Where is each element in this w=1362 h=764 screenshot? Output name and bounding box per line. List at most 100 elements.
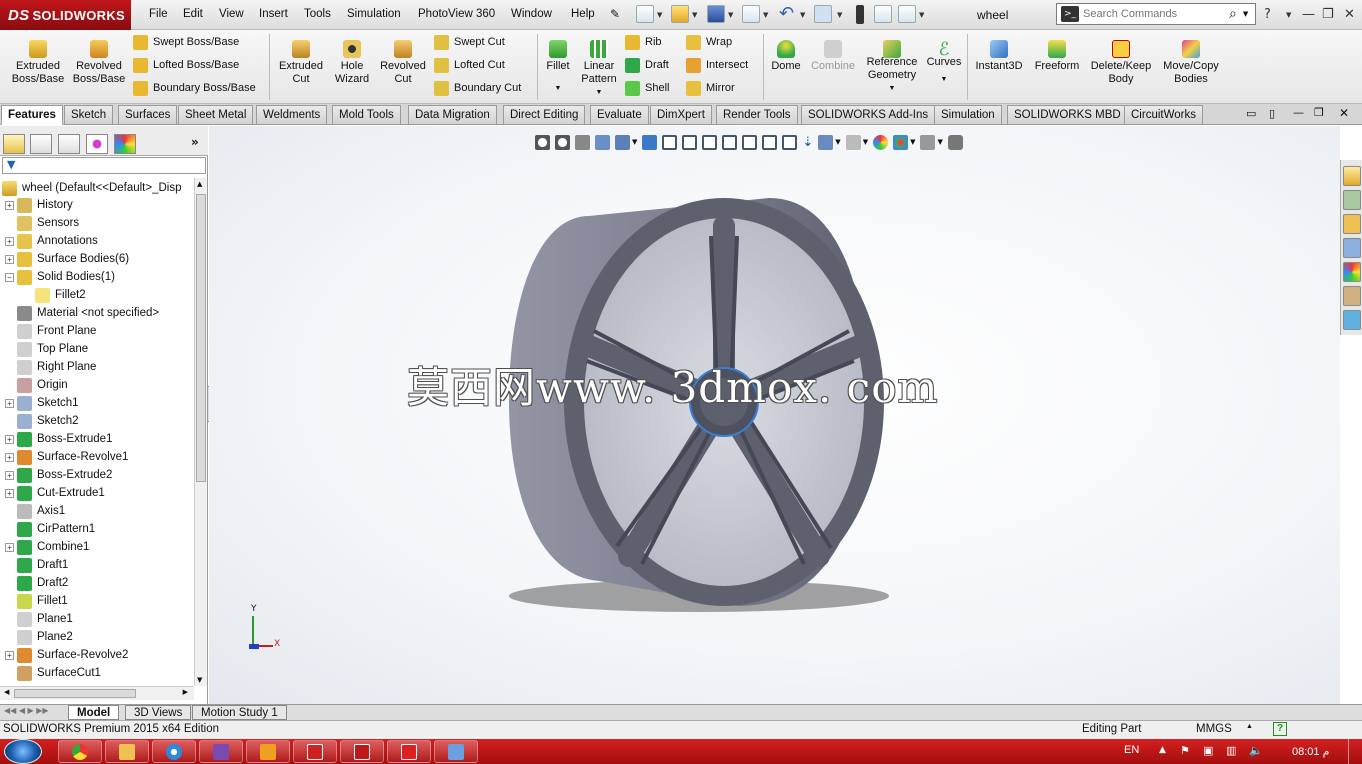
- hscroll-thumb[interactable]: [14, 689, 136, 698]
- show-desktop-button[interactable]: [1348, 739, 1362, 764]
- move-copy-bodies-button[interactable]: Move/Copy Bodies: [1158, 32, 1224, 86]
- freeform-button[interactable]: Freeform: [1031, 32, 1083, 73]
- scroll-down-icon[interactable]: ▼: [197, 676, 202, 684]
- clock[interactable]: 08:01 م: [1292, 745, 1329, 758]
- scene-dropdown-icon[interactable]: ▼: [910, 138, 915, 146]
- tree-item[interactable]: − Solid Bodies(1): [0, 268, 194, 286]
- close-icon[interactable]: ✕: [1344, 7, 1355, 22]
- hide-show-items-icon[interactable]: [845, 134, 861, 150]
- tree-vertical-scrollbar[interactable]: ▲ ▼: [194, 178, 207, 686]
- menu-help[interactable]: Help: [571, 8, 595, 20]
- top-view-icon[interactable]: [742, 134, 758, 150]
- tab-sketch[interactable]: Sketch: [64, 105, 114, 125]
- quick-tips-icon[interactable]: ?: [1273, 722, 1287, 736]
- property-manager-tab-icon[interactable]: [30, 134, 52, 154]
- tree-item[interactable]: + History: [0, 196, 194, 214]
- taskbar-explorer[interactable]: [105, 740, 149, 763]
- tree-item[interactable]: Draft1: [0, 556, 194, 574]
- menu-view[interactable]: View: [219, 8, 244, 20]
- tab-simulation[interactable]: Simulation: [934, 105, 1002, 125]
- linear-pattern-button[interactable]: Linear Pattern ▼: [578, 32, 620, 99]
- tree-item[interactable]: + Surface Bodies(6): [0, 250, 194, 268]
- taskbar-visual-studio[interactable]: [199, 740, 243, 763]
- tree-filter[interactable]: ▼: [2, 157, 206, 174]
- taskbar-solidworks-tool[interactable]: [340, 740, 384, 763]
- display-manager-tab-icon[interactable]: [114, 134, 136, 154]
- revolved-cut-button[interactable]: Revolved Cut: [377, 32, 429, 86]
- action-center-flag-icon[interactable]: ⚑: [1180, 744, 1190, 757]
- expand-icon[interactable]: +: [5, 434, 14, 444]
- tab-features[interactable]: Features: [1, 105, 63, 125]
- extruded-cut-button[interactable]: Extruded Cut: [275, 32, 327, 86]
- menu-simulation[interactable]: Simulation: [347, 8, 401, 20]
- right-view-icon[interactable]: [722, 134, 738, 150]
- tree-item[interactable]: Top Plane: [0, 340, 194, 358]
- draft-button[interactable]: Draft: [625, 56, 669, 74]
- scroll-left-icon[interactable]: ◀: [4, 688, 9, 696]
- options-dropdown-icon[interactable]: ▼: [919, 11, 924, 19]
- undo-dropdown-icon[interactable]: ▼: [800, 11, 805, 19]
- solidworks-logo[interactable]: DS SOLIDWORKS: [0, 0, 131, 30]
- tree-root[interactable]: wheel (Default<<Default>_Disp: [2, 179, 192, 197]
- network-icon[interactable]: ▥: [1226, 744, 1236, 757]
- left-view-icon[interactable]: [702, 134, 718, 150]
- tree-item[interactable]: Draft2: [0, 574, 194, 592]
- curves-dropdown-icon[interactable]: ▼: [924, 73, 964, 86]
- tree-item[interactable]: + Combine1: [0, 538, 194, 556]
- extruded-boss-button[interactable]: Extruded Boss/Base: [9, 32, 67, 86]
- tree-item[interactable]: + Annotations: [0, 232, 194, 250]
- expand-icon[interactable]: +: [5, 236, 14, 246]
- tree-item[interactable]: Plane1: [0, 610, 194, 628]
- menu-photoview[interactable]: PhotoView 360: [418, 8, 495, 20]
- instant3d-button[interactable]: Instant3D: [972, 32, 1026, 73]
- swept-cut-button[interactable]: Swept Cut: [434, 33, 505, 51]
- expand-icon[interactable]: +: [5, 254, 14, 264]
- solidworks-resources-icon[interactable]: [1343, 166, 1361, 186]
- lofted-cut-button[interactable]: Lofted Cut: [434, 56, 505, 74]
- tree-item[interactable]: Plane2: [0, 628, 194, 646]
- view-palette-icon[interactable]: [1343, 238, 1361, 258]
- tab-sheet-metal[interactable]: Sheet Metal: [178, 105, 254, 125]
- file-properties-icon[interactable]: [874, 5, 892, 23]
- feature-manager-tab-icon[interactable]: [3, 134, 25, 154]
- tree-item[interactable]: + Surface-Revolve2: [0, 646, 194, 664]
- new-document-icon[interactable]: [636, 5, 654, 23]
- edit-appearance-icon[interactable]: [873, 134, 889, 150]
- save-icon[interactable]: [707, 5, 725, 23]
- tab-circuitworks[interactable]: CircuitWorks: [1124, 105, 1203, 125]
- tree-item[interactable]: + Surface-Revolve1: [0, 448, 194, 466]
- tree-item[interactable]: Right Plane: [0, 358, 194, 376]
- restore-icon[interactable]: ❐: [1322, 7, 1334, 22]
- dimxpert-manager-tab-icon[interactable]: [86, 134, 108, 154]
- refgeom-dropdown-icon[interactable]: ▼: [864, 82, 920, 95]
- solidworks-forum-icon[interactable]: [1343, 310, 1361, 330]
- expand-icon[interactable]: +: [5, 488, 14, 498]
- view-orientation-icon[interactable]: [615, 134, 630, 150]
- tab-motion-study-1[interactable]: Motion Study 1: [192, 705, 287, 720]
- tab-3d-views[interactable]: 3D Views: [125, 705, 192, 720]
- taskbar-solidworks-active[interactable]: [387, 740, 431, 763]
- print-icon[interactable]: [742, 5, 760, 23]
- options-icon[interactable]: [898, 5, 916, 23]
- tab-data-migration[interactable]: Data Migration: [408, 105, 497, 125]
- pattern-dropdown-icon[interactable]: ▼: [578, 86, 620, 99]
- design-library-icon[interactable]: [1343, 190, 1361, 210]
- tab-direct-editing[interactable]: Direct Editing: [503, 105, 586, 125]
- back-view-icon[interactable]: [682, 134, 698, 150]
- tree-item[interactable]: Origin: [0, 376, 194, 394]
- view-settings-dropdown-icon[interactable]: ▼: [937, 138, 942, 146]
- trimetric-view-icon[interactable]: [782, 134, 798, 150]
- configuration-manager-tab-icon[interactable]: [58, 134, 80, 154]
- tree-item[interactable]: CirPattern1: [0, 520, 194, 538]
- fillet-button[interactable]: Fillet ▼: [542, 32, 574, 95]
- tree-item[interactable]: Sensors: [0, 214, 194, 232]
- tab-surfaces[interactable]: Surfaces: [118, 105, 178, 125]
- curves-button[interactable]: ℰ Curves ▼: [924, 32, 964, 86]
- volume-icon[interactable]: 🔈: [1249, 744, 1263, 757]
- tray-expand-icon[interactable]: ▲: [1159, 745, 1166, 755]
- tree-item[interactable]: + Cut-Extrude1: [0, 484, 194, 502]
- menu-tools[interactable]: Tools: [304, 8, 331, 20]
- start-button-icon[interactable]: [4, 739, 42, 764]
- taskbar-ie[interactable]: [152, 740, 196, 763]
- fillet-dropdown-icon[interactable]: ▼: [542, 82, 574, 95]
